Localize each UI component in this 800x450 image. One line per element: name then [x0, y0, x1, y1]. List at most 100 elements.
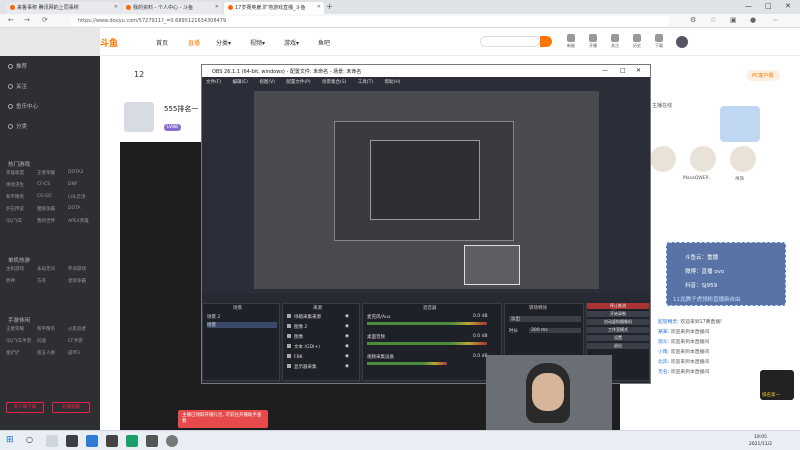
menu-tools[interactable]: 工具(T)	[358, 80, 373, 85]
menu-edit[interactable]: 编辑(E)	[233, 80, 248, 85]
site-logo[interactable]: 斗鱼	[100, 36, 118, 49]
category-link[interactable]: 方舟	[37, 278, 46, 284]
search-input[interactable]	[480, 36, 540, 47]
transition-select[interactable]: 淡出	[509, 316, 581, 322]
category-link[interactable]: QQ飞车	[6, 218, 22, 224]
eye-icon[interactable]: ◉	[345, 354, 349, 359]
category-link[interactable]: 第五人格	[37, 350, 55, 356]
chat-username[interactable]: 无名	[658, 370, 668, 375]
app-taskbar-icon[interactable]	[106, 435, 118, 447]
extension-icon[interactable]: ⚙	[690, 16, 696, 24]
category-link[interactable]: 主机游戏	[6, 266, 24, 272]
system-clock[interactable]: 19:05 2021/11/2	[749, 434, 772, 448]
recommend-avatar[interactable]	[650, 146, 676, 172]
recommend-avatar[interactable]	[690, 146, 716, 172]
category-link[interactable]: 怀旧游戏	[68, 266, 86, 272]
url-input[interactable]: https://www.douyu.com/5727911?_=0.689512…	[70, 16, 670, 26]
studio-mode-button[interactable]: 工作室模式	[587, 327, 649, 333]
category-link[interactable]: 王者荣耀	[37, 170, 55, 176]
close-icon[interactable]: ✕	[215, 4, 219, 10]
category-link[interactable]: 原神	[6, 278, 15, 284]
chat-username[interactable]: 某某	[658, 330, 668, 335]
header-icon-1[interactable]: 新能	[562, 34, 580, 49]
sidebar-item-category[interactable]: 分类	[8, 122, 27, 130]
category-link[interactable]: DOTA2	[68, 170, 83, 175]
header-icon-3[interactable]: 关注	[606, 34, 624, 49]
close-icon[interactable]: ✕	[317, 4, 321, 10]
menu-help[interactable]: 帮助(H)	[385, 80, 401, 85]
category-link[interactable]: 金铲铲	[6, 350, 20, 356]
menu-view[interactable]: 视图(V)	[259, 80, 275, 85]
avatar[interactable]	[676, 36, 688, 48]
source-item[interactable]: 图像 ◉	[287, 334, 349, 340]
category-link[interactable]: 我的世界	[37, 218, 55, 224]
source-item[interactable]: 文本 (GDI+) ◉	[287, 344, 349, 350]
category-link[interactable]: 炉石传说	[6, 206, 24, 212]
source-item[interactable]: 显示器采集 ◉	[287, 364, 349, 370]
chat-username[interactable]: 观众	[658, 340, 668, 345]
eye-icon[interactable]: ◉	[345, 314, 349, 319]
rank-badge[interactable]: 排名第一	[760, 370, 794, 400]
browser-tab-2[interactable]: 我的资料 - 个人中心 - 斗鱼 ✕	[122, 2, 222, 14]
scene-item[interactable]: 场景 2	[207, 314, 220, 320]
eye-icon[interactable]: ◉	[345, 324, 349, 329]
nav-fishbar[interactable]: 鱼吧	[318, 38, 330, 47]
obs-preview[interactable]	[254, 91, 599, 289]
menu-icon[interactable]: ⋯	[772, 16, 779, 24]
category-link[interactable]: 问道	[37, 338, 46, 344]
category-link[interactable]: 绝地求生	[6, 182, 24, 188]
source-item[interactable]: 图像 2 ◉	[287, 324, 349, 330]
header-icon-4[interactable]: 历史	[628, 34, 646, 49]
collections-icon[interactable]: ▣	[730, 16, 737, 24]
close-icon[interactable]: ✕	[636, 67, 641, 74]
sidebar-item-recommend[interactable]: 推荐	[8, 62, 27, 70]
menu-scene-collection[interactable]: 场景集合(S)	[322, 80, 346, 85]
search-button[interactable]	[540, 36, 552, 47]
category-link[interactable]: 和平精英	[6, 194, 24, 200]
eye-icon[interactable]: ◉	[345, 334, 349, 339]
menu-profile[interactable]: 配置文件(P)	[286, 80, 310, 85]
category-link[interactable]: QQ飞车手游	[6, 338, 31, 344]
minimize-icon[interactable]: —	[745, 2, 752, 10]
minimize-icon[interactable]: —	[602, 67, 608, 74]
category-link[interactable]: DNF	[68, 182, 77, 187]
duration-input[interactable]: 300 ms	[529, 328, 581, 333]
browser-taskbar-icon[interactable]	[126, 435, 138, 447]
browser-tab-1[interactable]: 来鲁事称 腾讯网的上同事称 ✕	[6, 2, 121, 14]
category-link[interactable]: 王者荣耀	[6, 326, 24, 332]
settings-button[interactable]: 设置	[587, 335, 649, 341]
forward-icon[interactable]: →	[24, 16, 30, 24]
obs-taskbar-icon[interactable]	[66, 435, 78, 447]
windows-start-icon[interactable]: ⊞	[6, 435, 18, 447]
category-link[interactable]: CF手游	[68, 338, 83, 344]
eye-icon[interactable]: ◉	[345, 344, 349, 349]
header-icon-5[interactable]: 下载	[650, 34, 668, 49]
nav-games[interactable]: 游戏▾	[284, 38, 299, 47]
maximize-icon[interactable]: □	[620, 67, 626, 74]
client-download-button[interactable]: 客户端下载	[6, 402, 44, 413]
scene-item[interactable]: 场景	[207, 322, 277, 328]
nav-category[interactable]: 分类▾	[216, 38, 231, 47]
app-taskbar-icon[interactable]	[146, 435, 158, 447]
category-link[interactable]: 星际争霸	[68, 278, 86, 284]
chat-username[interactable]: 小雨	[658, 350, 668, 355]
back-icon[interactable]: ←	[8, 16, 14, 24]
pc-client-badge[interactable]: PC客户端	[746, 70, 780, 81]
sidebar-item-fun[interactable]: 鱼乐中心	[8, 102, 38, 110]
source-item[interactable]: FBK ◉	[287, 354, 349, 360]
category-link[interactable]: CF/CS	[37, 182, 50, 187]
category-link[interactable]: 崩坏3	[68, 350, 80, 356]
maximize-icon[interactable]: □	[765, 2, 772, 10]
streamer-avatar[interactable]	[124, 102, 154, 132]
close-window-icon[interactable]: ✕	[785, 2, 791, 10]
header-icon-2[interactable]: 开播	[584, 34, 602, 49]
category-link[interactable]: DOTA	[68, 206, 81, 211]
profile-icon[interactable]: ●	[750, 16, 756, 24]
stop-streaming-button[interactable]: 停止推流	[587, 303, 649, 309]
start-recording-button[interactable]: 开始录制	[587, 311, 649, 317]
category-link[interactable]: 火影忍者	[68, 326, 86, 332]
nav-live[interactable]: 直播	[188, 38, 200, 47]
sidebar-item-follow[interactable]: 关注	[8, 82, 27, 90]
category-link[interactable]: 永劫无间	[37, 266, 55, 272]
menu-file[interactable]: 文件(F)	[206, 80, 221, 85]
